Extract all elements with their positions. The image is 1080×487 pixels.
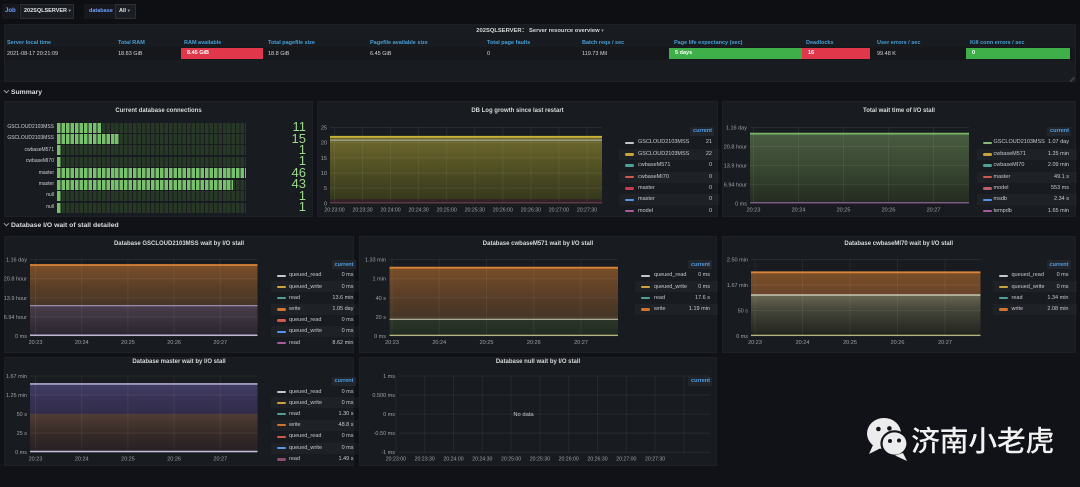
svg-text:20:23:30: 20:23:30 (415, 456, 435, 462)
svg-text:20:24: 20:24 (75, 456, 89, 462)
svg-text:0 ms: 0 ms (374, 334, 386, 340)
svg-text:20:26:30: 20:26:30 (587, 456, 607, 462)
svg-text:20:25:30: 20:25:30 (530, 456, 550, 462)
svg-text:20: 20 (321, 140, 327, 146)
svg-text:2.50 min: 2.50 min (726, 258, 747, 264)
svg-text:20:24:30: 20:24:30 (472, 456, 492, 462)
svg-text:20:24: 20:24 (792, 207, 806, 213)
svg-text:13.9 hour: 13.9 hour (724, 163, 747, 169)
svg-text:20 s: 20 s (376, 315, 387, 321)
svg-text:1.33 min: 1.33 min (365, 258, 386, 264)
svg-text:20:23: 20:23 (385, 340, 399, 346)
svg-text:20:23: 20:23 (748, 340, 762, 346)
svg-text:5: 5 (324, 186, 327, 192)
svg-text:20:23: 20:23 (747, 207, 761, 213)
svg-text:-0.50 ms: -0.50 ms (374, 431, 396, 437)
svg-text:1.16 day: 1.16 day (726, 125, 747, 131)
svg-text:20:26:00: 20:26:00 (559, 456, 579, 462)
svg-text:20.8 hour: 20.8 hour (724, 144, 747, 150)
svg-text:20:24:30: 20:24:30 (409, 207, 429, 213)
svg-text:20:23:30: 20:23:30 (352, 207, 372, 213)
svg-text:20:24:00: 20:24:00 (443, 456, 463, 462)
svg-text:20:27:00: 20:27:00 (549, 207, 569, 213)
svg-text:20:25: 20:25 (843, 340, 857, 346)
svg-text:6.94 hour: 6.94 hour (4, 315, 27, 321)
svg-text:20:24: 20:24 (432, 340, 446, 346)
svg-text:20:24: 20:24 (795, 340, 809, 346)
svg-text:15: 15 (321, 155, 327, 161)
svg-text:20:26: 20:26 (527, 340, 541, 346)
svg-text:40 s: 40 s (376, 296, 387, 302)
svg-text:0 ms: 0 ms (15, 450, 27, 456)
svg-text:20:23: 20:23 (29, 340, 43, 346)
svg-text:20:27: 20:27 (938, 340, 952, 346)
svg-text:20:23: 20:23 (29, 456, 43, 462)
svg-text:1.67 min: 1.67 min (6, 374, 27, 380)
svg-text:20:25:00: 20:25:00 (501, 456, 521, 462)
svg-text:1.67 min: 1.67 min (726, 283, 747, 289)
svg-text:20:26: 20:26 (167, 340, 181, 346)
svg-text:20:26: 20:26 (882, 207, 896, 213)
svg-text:20:27: 20:27 (574, 340, 588, 346)
svg-text:20:25: 20:25 (121, 340, 135, 346)
svg-text:6.94 hour: 6.94 hour (724, 182, 747, 188)
svg-text:1.25 min: 1.25 min (6, 393, 27, 399)
svg-text:20:27:30: 20:27:30 (577, 207, 597, 213)
svg-text:20:27: 20:27 (213, 340, 227, 346)
svg-text:0 ms: 0 ms (383, 412, 395, 418)
svg-text:20:24:00: 20:24:00 (380, 207, 400, 213)
svg-text:20.8 hour: 20.8 hour (4, 277, 27, 283)
svg-text:0 ms: 0 ms (735, 201, 747, 207)
svg-text:20:27: 20:27 (927, 207, 941, 213)
svg-text:-1 ms: -1 ms (381, 450, 395, 456)
svg-text:No data: No data (513, 412, 534, 418)
svg-text:20:25: 20:25 (121, 456, 135, 462)
svg-text:20:27: 20:27 (213, 456, 227, 462)
svg-text:20:26: 20:26 (890, 340, 904, 346)
svg-text:1 ms: 1 ms (383, 374, 395, 380)
svg-text:20:23:00: 20:23:00 (386, 456, 406, 462)
svg-text:1 min: 1 min (373, 277, 386, 283)
svg-text:25: 25 (321, 125, 327, 131)
svg-text:20:25: 20:25 (480, 340, 494, 346)
svg-text:20:27:30: 20:27:30 (645, 456, 665, 462)
svg-text:20:24: 20:24 (75, 340, 89, 346)
svg-text:0.500 ms: 0.500 ms (372, 393, 395, 399)
svg-text:0 ms: 0 ms (15, 334, 27, 340)
svg-text:20:25: 20:25 (837, 207, 851, 213)
svg-text:20:26:30: 20:26:30 (521, 207, 541, 213)
svg-text:25 s: 25 s (17, 431, 28, 437)
svg-text:13.9 hour: 13.9 hour (4, 296, 27, 302)
svg-text:50 s: 50 s (737, 309, 748, 315)
svg-text:1.16 day: 1.16 day (6, 258, 27, 264)
svg-text:20:25:30: 20:25:30 (465, 207, 485, 213)
svg-text:20:26: 20:26 (167, 456, 181, 462)
svg-text:20:23:00: 20:23:00 (324, 207, 344, 213)
svg-text:0: 0 (324, 201, 327, 207)
svg-text:50 s: 50 s (17, 412, 28, 418)
svg-text:20:25:00: 20:25:00 (437, 207, 457, 213)
svg-text:10: 10 (321, 170, 327, 176)
svg-text:0 ms: 0 ms (736, 334, 748, 340)
svg-text:20:26:00: 20:26:00 (493, 207, 513, 213)
svg-text:20:27:00: 20:27:00 (616, 456, 636, 462)
